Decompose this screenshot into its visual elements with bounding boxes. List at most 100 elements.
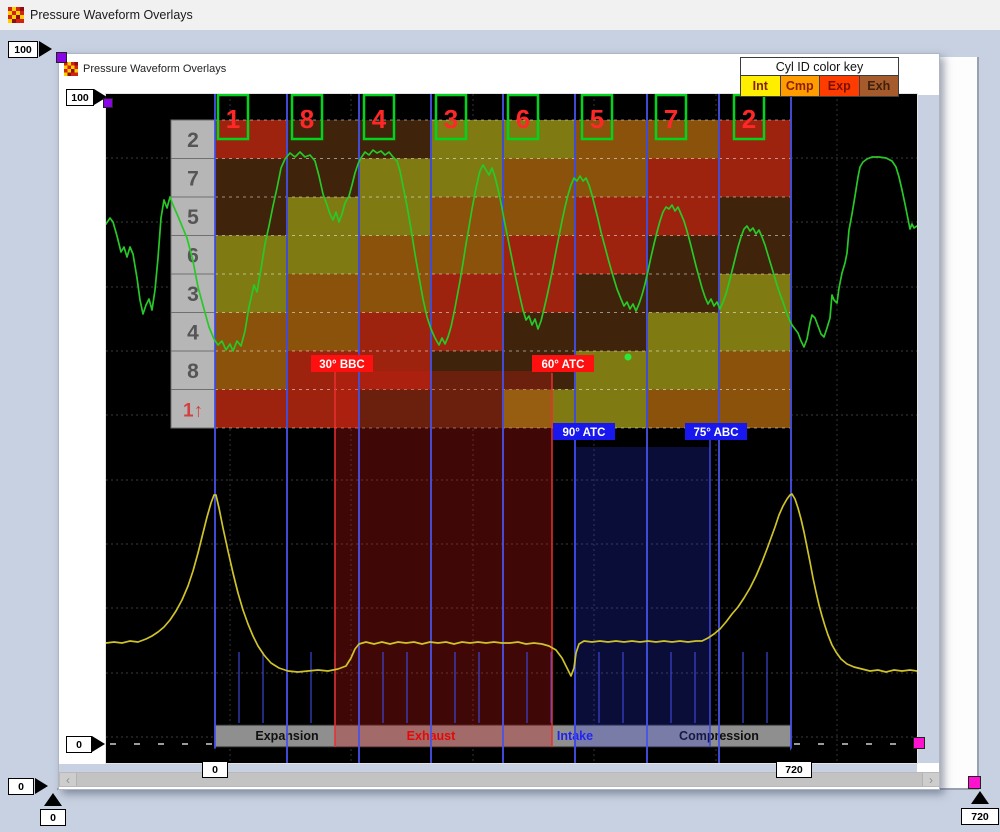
heatmap-cell xyxy=(575,313,647,352)
cylinder-id-number: 5 xyxy=(590,104,604,134)
row-label: 5 xyxy=(187,206,199,229)
heatmap-cell xyxy=(287,313,359,352)
outer-axis-ymin: 0 xyxy=(8,778,34,795)
heatmap-cell xyxy=(287,236,359,275)
heatmap-cell xyxy=(215,313,287,352)
inner-origin-handle[interactable] xyxy=(103,98,113,108)
heatmap-cell xyxy=(575,197,647,236)
cylinder-id-number: 7 xyxy=(664,104,678,134)
heatmap-cell xyxy=(647,159,719,198)
color-key-item-int: Int xyxy=(741,76,781,96)
heatmap-cell xyxy=(647,351,719,390)
heatmap-cell xyxy=(719,197,791,236)
scroll-left-icon: ‹ xyxy=(66,773,70,787)
inner-ymin-pointer[interactable] xyxy=(92,736,105,752)
heatmap-cell xyxy=(647,274,719,313)
cylinder-id-number: 4 xyxy=(372,104,387,134)
color-key-row: IntCmpExpExh xyxy=(740,76,899,97)
background-panel xyxy=(937,57,979,788)
heatmap-cell xyxy=(503,197,575,236)
outer-end-handle[interactable] xyxy=(968,776,981,789)
inner-xmin-pointer[interactable] xyxy=(206,748,224,761)
heatmap-cell xyxy=(215,197,287,236)
event-marker-label: 75° ABC xyxy=(693,427,738,439)
scroll-right-button[interactable]: › xyxy=(923,773,939,786)
heatmap-cell xyxy=(503,313,575,352)
event-marker-label: 90° ATC xyxy=(563,427,606,439)
heatmap-cell xyxy=(719,313,791,352)
chart-right-margin xyxy=(918,95,939,763)
inner-axis-xmin: 0 xyxy=(202,761,228,778)
heatmap-cell xyxy=(287,197,359,236)
heatmap-cell xyxy=(215,390,287,429)
inner-window-title: Pressure Waveform Overlays xyxy=(83,63,226,75)
cursor-dot xyxy=(625,354,632,361)
event-overlay xyxy=(575,447,710,747)
heatmap-cell xyxy=(359,313,431,352)
outer-axis-ymax: 100 xyxy=(8,41,38,58)
cylinder-id-number: 6 xyxy=(516,104,530,134)
outer-titlebar[interactable]: Pressure Waveform Overlays xyxy=(0,0,1000,31)
row-label: 2 xyxy=(187,129,199,152)
waveform-plot: 27563481↑ExpansionExhaustIntakeCompressi… xyxy=(106,94,917,763)
inner-axis-ymin: 0 xyxy=(66,736,92,753)
cylinder-id-number: 1 xyxy=(226,104,240,134)
cylinder-id-number: 8 xyxy=(300,104,314,134)
heatmap-cell xyxy=(359,197,431,236)
heatmap-cell xyxy=(359,159,431,198)
event-marker-label: 30° BBC xyxy=(319,359,365,371)
inner-axis-ymax: 100 xyxy=(66,89,94,106)
heatmap-cell xyxy=(719,159,791,198)
heatmap-cell xyxy=(647,390,719,429)
heatmap-cell xyxy=(575,390,647,429)
outer-axis-xmin: 0 xyxy=(40,809,66,826)
heatmap-cell xyxy=(719,390,791,429)
outer-ymax-pointer[interactable] xyxy=(39,41,52,57)
row-label: 8 xyxy=(187,360,199,383)
scroll-right-icon: › xyxy=(929,773,933,787)
heatmap-cell xyxy=(431,274,503,313)
window-title: Pressure Waveform Overlays xyxy=(30,8,193,22)
outer-xmax-pointer[interactable] xyxy=(971,791,989,804)
outer-axis-xmax: 720 xyxy=(961,808,999,825)
cylinder-id-number: 3 xyxy=(444,104,458,134)
heatmap-cell xyxy=(215,274,287,313)
outer-origin-handle[interactable] xyxy=(56,52,67,63)
app-icon xyxy=(8,7,24,23)
row-label: 1↑ xyxy=(183,401,203,422)
heatmap-cell xyxy=(431,313,503,352)
outer-ymin-pointer[interactable] xyxy=(35,778,48,794)
heatmap-cell xyxy=(503,159,575,198)
app-window: Pressure Waveform Overlays Pressure Wave… xyxy=(0,0,1000,832)
inner-xmax-pointer[interactable] xyxy=(783,748,801,761)
color-key-item-exh: Exh xyxy=(860,76,899,96)
color-key-item-exp: Exp xyxy=(820,76,860,96)
heatmap-cell xyxy=(431,159,503,198)
color-key-item-cmp: Cmp xyxy=(781,76,821,96)
heatmap-cell xyxy=(215,236,287,275)
outer-xmin-pointer[interactable] xyxy=(44,793,62,806)
inner-titlebar[interactable]: Pressure Waveform Overlays xyxy=(64,59,226,79)
chart-area[interactable]: 27563481↑ExpansionExhaustIntakeCompressi… xyxy=(106,94,917,763)
cyl-color-key: Cyl ID color key IntCmpExpExh xyxy=(740,57,899,97)
inner-axis-xmax: 720 xyxy=(776,761,812,778)
color-key-title: Cyl ID color key xyxy=(740,57,899,76)
heatmap-cell xyxy=(719,351,791,390)
heatmap-cell xyxy=(719,236,791,275)
heatmap-cell xyxy=(359,236,431,275)
row-label: 4 xyxy=(187,322,199,345)
inner-end-handle[interactable] xyxy=(913,737,925,749)
heatmap-cell xyxy=(215,351,287,390)
app-icon xyxy=(64,62,78,76)
heatmap-cell xyxy=(503,274,575,313)
heatmap-cell xyxy=(287,274,359,313)
heatmap-cell xyxy=(431,197,503,236)
event-marker-label: 60° ATC xyxy=(542,359,585,371)
heatmap-cell xyxy=(575,274,647,313)
heatmap-cell xyxy=(647,236,719,275)
event-overlay xyxy=(335,371,552,747)
heatmap-cell xyxy=(647,313,719,352)
row-label: 7 xyxy=(187,168,199,191)
scroll-left-button[interactable]: ‹ xyxy=(60,773,76,786)
cylinder-id-number: 2 xyxy=(742,104,756,134)
